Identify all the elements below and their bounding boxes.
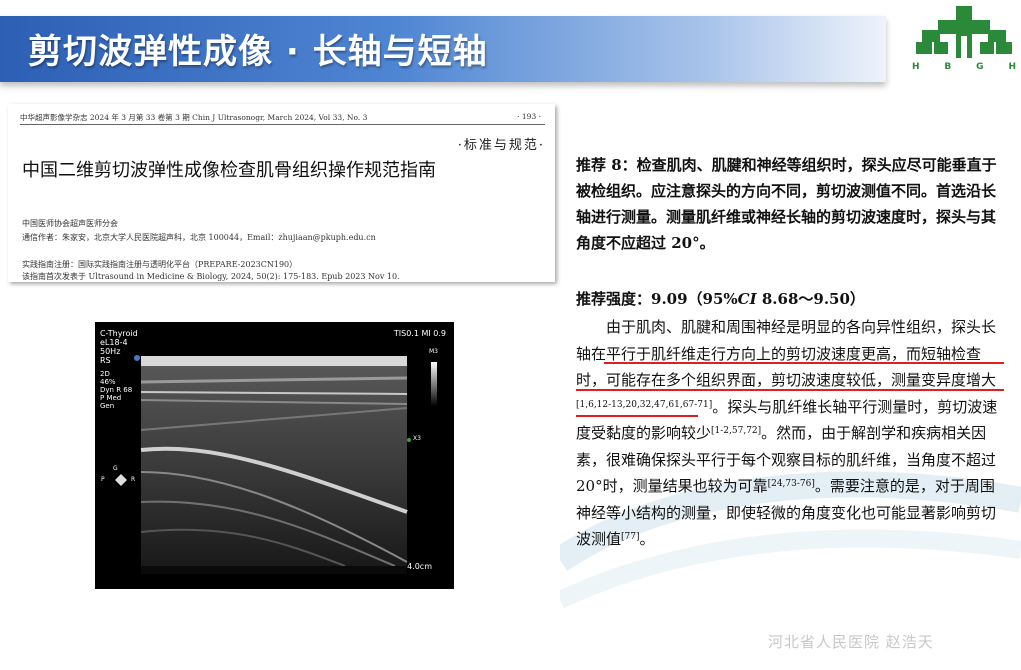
gen-label: Gen xyxy=(100,402,115,410)
orientation-r: R xyxy=(131,476,136,483)
citation: [1,6,12-13,20,32,47,61,67-71] xyxy=(576,399,713,410)
probe-label: eL18-4 xyxy=(100,338,128,347)
dyn-label: Dyn R 68 xyxy=(100,386,133,394)
citation: [77] xyxy=(621,532,640,542)
ultrasound-settings: C-Thyroid eL18-4 50Hz RS xyxy=(100,329,138,365)
citation: [1-2,57,72] xyxy=(711,426,762,436)
gain-label: 46% xyxy=(100,378,116,386)
citation: [24,73-76] xyxy=(767,479,815,489)
body-paragraph: 由于肌肉、肌腱和周围神经是明显的各向异性组织，探头长轴在平行于肌纤维走行方向上的… xyxy=(576,314,1004,553)
x3-label: X3 xyxy=(413,435,421,442)
body-text-1: 由于肌肉、肌腱和周围神经是明显的各向异性组织， xyxy=(606,318,952,336)
recommendation-strength: 推荐强度：9.09（95%CI 8.68～9.50） xyxy=(576,288,865,309)
section-tag: ·标准与规范· xyxy=(457,138,545,153)
paper-organization: 中国医师协会超声医师分会 xyxy=(22,219,118,228)
body-text-3: ，测量变异度增大 xyxy=(876,371,997,389)
tis-mi-readout: TIS0.1 MI 0.9 xyxy=(393,329,446,338)
red-underline xyxy=(604,362,1004,364)
paper-first-publication: 该指南首次发表于 Ultrasound in Medicine & Biolog… xyxy=(22,272,400,281)
logo-letters: H B G H xyxy=(912,62,1016,72)
red-underline xyxy=(576,389,1004,391)
title-bar: 剪切波弹性成像 · 长轴与短轴 xyxy=(0,16,886,82)
paper-contact: 通信作者：朱家安，北京大学人民医院超声科，北京 100044，Email：zhu… xyxy=(22,233,376,242)
body-text-7: 。 xyxy=(639,530,655,548)
red-underline xyxy=(576,415,698,417)
preset-label: C-Thyroid xyxy=(100,329,138,338)
paper-journal-header: 中华超声影像学杂志 2024 年 3 月第 33 卷第 3 期 Chin J U… xyxy=(20,112,545,123)
orientation-p: P xyxy=(101,476,105,483)
paper-excerpt: 中华超声影像学杂志 2024 年 3 月第 33 卷第 3 期 Chin J U… xyxy=(8,104,555,282)
logo-letter: H xyxy=(912,62,920,72)
paper-title: 中国二维剪切波弹性成像检查肌骨组织操作规范指南 xyxy=(22,160,436,181)
logo-letter: G xyxy=(976,62,984,72)
logo-letter: H xyxy=(1008,62,1016,72)
ultrasound-mode-settings: 2D 46% Dyn R 68 P Med Gen xyxy=(100,370,132,410)
paper-registration: 实践指南注册：国际实践指南注册与透明化平台（PREPARE-2023CN190） xyxy=(22,260,298,269)
slide-title: 剪切波弹性成像 · 长轴与短轴 xyxy=(28,32,488,72)
pmed-label: P Med xyxy=(100,394,122,402)
frequency-label: 50Hz xyxy=(100,347,121,356)
mode-label: 2D xyxy=(100,370,110,378)
page-number: · 193 · xyxy=(517,112,541,121)
journal-info: 中华超声影像学杂志 2024 年 3 月第 33 卷第 3 期 Chin J U… xyxy=(20,113,368,122)
orientation-g: G xyxy=(113,465,118,472)
rs-label: RS xyxy=(100,356,111,365)
logo-letter: B xyxy=(944,62,952,72)
header-divider xyxy=(20,124,545,125)
m3-label: M3 xyxy=(429,348,438,355)
ultrasound-scan xyxy=(115,355,437,574)
ultrasound-image: C-Thyroid eL18-4 50Hz RS 2D 46% Dyn R 68… xyxy=(95,322,454,589)
recommendation-text: 推荐 8：检查肌肉、肌腱和神经等组织时，探头应尽可能垂直于被检组织。应注意探头的… xyxy=(576,156,997,252)
footer-credit: 河北省人民医院 赵浩天 xyxy=(768,633,934,651)
strength-label: 推荐强度：9.09（95% xyxy=(576,290,738,308)
strength-ci: CI xyxy=(737,290,757,308)
depth-readout: 4.0cm xyxy=(407,562,432,571)
strength-range: 8.68～9.50） xyxy=(756,290,865,308)
